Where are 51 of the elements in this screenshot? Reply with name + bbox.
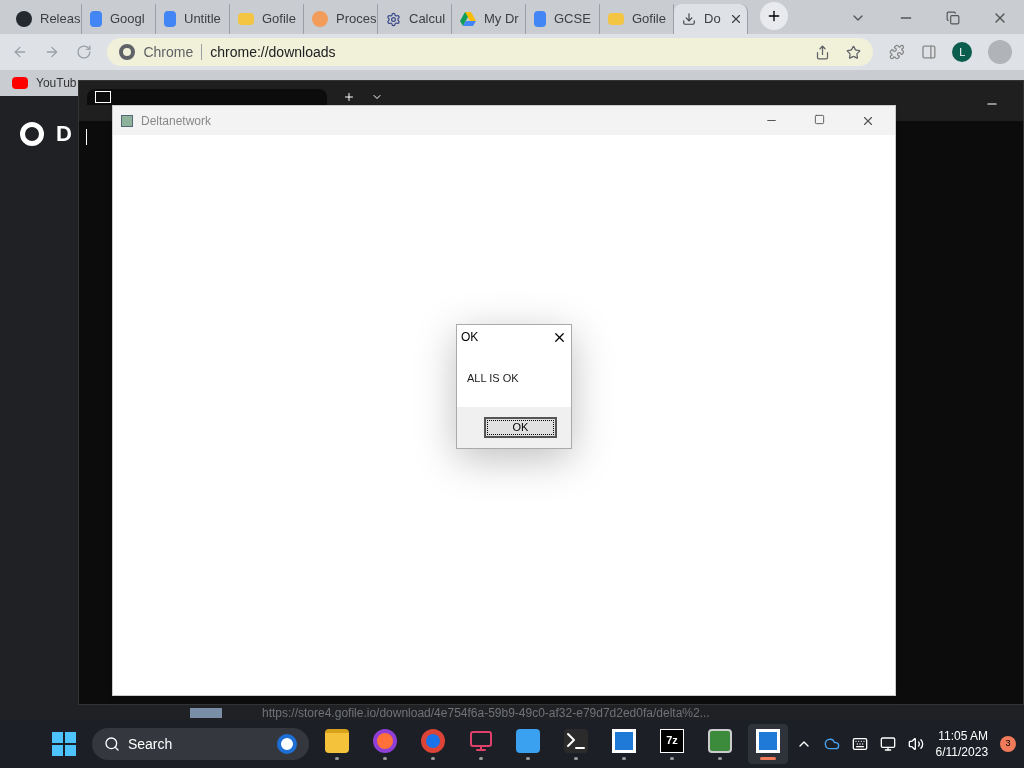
bookmark-link[interactable]: YouTub [36, 74, 77, 92]
zip-icon: 7z [659, 728, 684, 753]
search-box[interactable]: Search [91, 728, 310, 760]
folder-icon [325, 728, 350, 753]
dialog-message: ALL IS OK [467, 370, 519, 386]
restore-icon[interactable] [946, 11, 960, 25]
play-icon [12, 77, 28, 89]
photos-icon [516, 728, 541, 753]
page-heading: D [56, 120, 72, 148]
taskbar-app[interactable] [747, 724, 788, 764]
dialog-title: OK [461, 329, 479, 346]
ok-button[interactable]: OK [484, 417, 557, 438]
maximize-icon[interactable] [814, 113, 825, 125]
star-icon[interactable] [845, 44, 861, 60]
chrome-logo-icon [20, 121, 44, 146]
extensions-icon[interactable] [888, 44, 905, 60]
download-icon [682, 12, 696, 26]
window-icon [755, 728, 780, 753]
monitor-icon [468, 728, 493, 753]
new-tab-icon[interactable] [343, 91, 355, 103]
screen-icon [190, 708, 222, 718]
terminal-icon [564, 728, 589, 753]
folder-icon [238, 13, 254, 25]
profile-avatar[interactable]: L [952, 42, 973, 62]
triangle-icon [460, 12, 476, 26]
text-cursor [86, 129, 87, 145]
notification-badge[interactable]: 3 [1000, 736, 1017, 752]
window-icon [612, 728, 637, 753]
window-icon [121, 114, 133, 127]
plus-icon [766, 8, 782, 24]
document-icon [90, 11, 102, 27]
document-icon [164, 11, 176, 27]
taskbar-app[interactable]: 7z [652, 724, 692, 764]
start-icon[interactable] [52, 732, 76, 756]
new-tab-button[interactable] [760, 2, 788, 30]
console-icon [95, 91, 111, 103]
search-icon [103, 736, 120, 752]
cloud-icon[interactable] [823, 736, 840, 752]
document-icon [534, 11, 546, 27]
share-icon[interactable] [814, 44, 830, 60]
url-text: chrome://downloads [210, 42, 336, 62]
keyboard-icon[interactable] [851, 736, 868, 752]
window-title: Deltanetwork [141, 112, 212, 130]
volume-icon[interactable] [907, 736, 924, 752]
browser-tab[interactable]: Do [674, 4, 748, 34]
clock-time[interactable]: 11:05 AM [938, 728, 989, 744]
site-label: Chrome [143, 42, 194, 62]
folder-icon [608, 13, 624, 25]
gear-icon [386, 11, 401, 27]
clock-date[interactable]: 6/11/2023 [935, 744, 989, 760]
address-bar[interactable]: Chrome chrome://downloads [107, 38, 873, 66]
